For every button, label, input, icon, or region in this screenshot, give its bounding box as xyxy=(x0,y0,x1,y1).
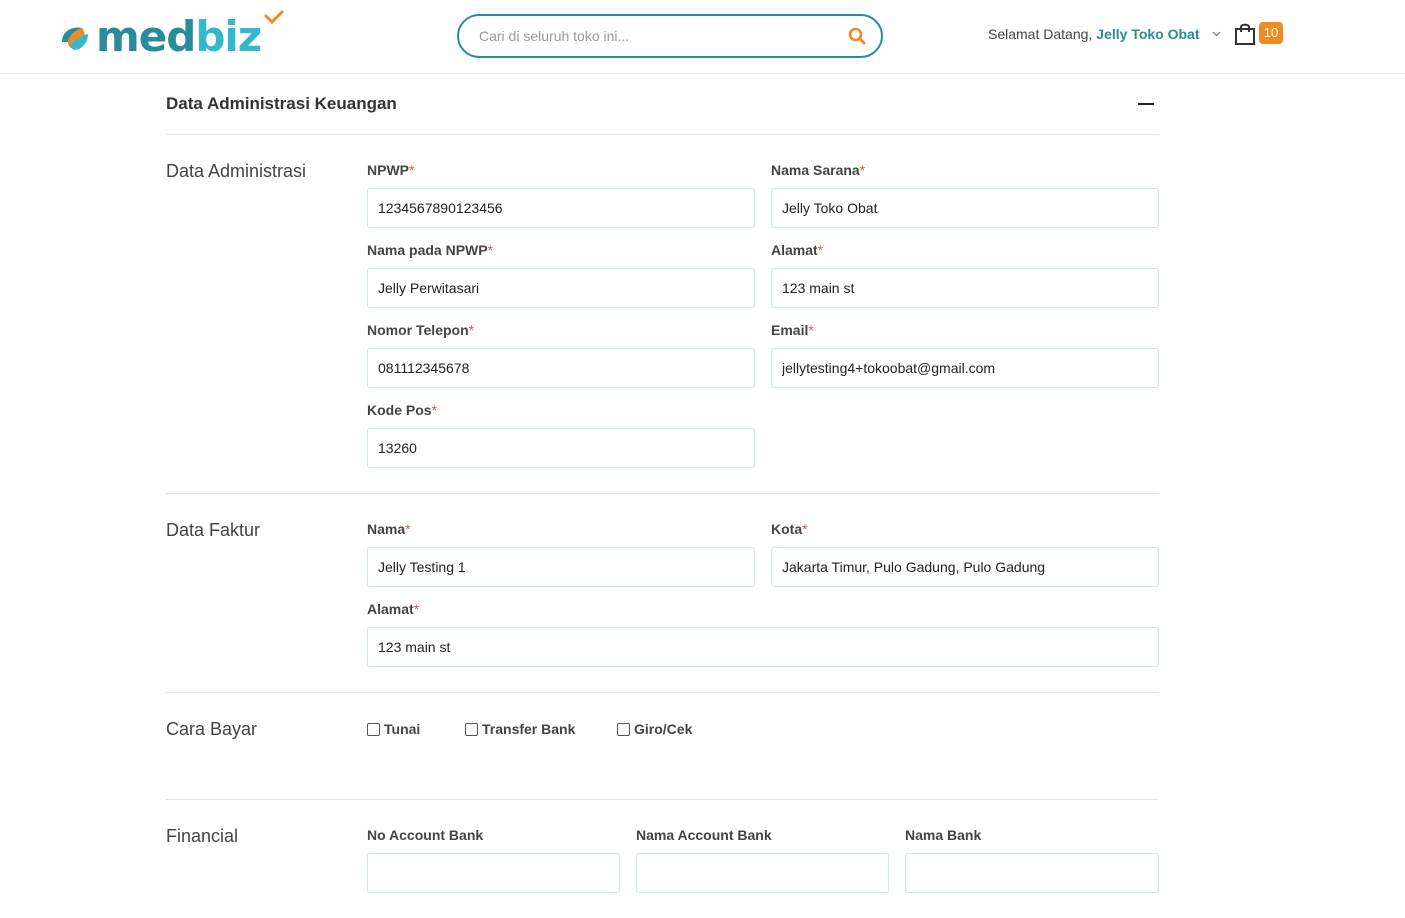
user-menu[interactable]: Selamat Datang, Jelly Toko Obat xyxy=(988,26,1222,42)
label-faktur-kota: Kota* xyxy=(771,521,808,537)
faktur-nama-input[interactable] xyxy=(367,547,755,587)
collapse-button[interactable] xyxy=(1137,95,1155,113)
checkbox-tunai[interactable]: Tunai xyxy=(367,721,420,737)
label-no-account-bank: No Account Bank xyxy=(367,827,484,843)
welcome-text: Selamat Datang, xyxy=(988,26,1093,42)
group-title-administrasi: Data Administrasi xyxy=(166,161,307,181)
group-title-faktur: Data Faktur xyxy=(166,520,261,540)
divider xyxy=(166,799,1159,800)
label-faktur-nama: Nama* xyxy=(367,521,411,537)
checkbox-box[interactable] xyxy=(617,722,630,736)
logo-wordmark: medbiz xyxy=(96,10,284,62)
checkbox-box[interactable] xyxy=(367,722,380,736)
checkbox-giro-cek[interactable]: Giro/Cek xyxy=(617,721,692,737)
nama-npwp-input[interactable] xyxy=(367,268,755,308)
label-nama-sarana: Nama Sarana* xyxy=(771,162,866,178)
label-faktur-alamat: Alamat* xyxy=(367,601,420,617)
minus-icon xyxy=(1138,103,1154,105)
faktur-kota-input[interactable] xyxy=(771,547,1159,587)
logo-mark-icon xyxy=(56,18,94,56)
label-nama-bank: Nama Bank xyxy=(905,827,982,843)
label-kode-pos: Kode Pos* xyxy=(367,402,438,418)
section-title: Data Administrasi Keuangan xyxy=(166,94,397,113)
cart-button[interactable]: 10 xyxy=(1234,20,1286,48)
site-header: medbiz Selamat Datang, Jelly Toko Obat 1… xyxy=(0,0,1405,74)
checkbox-transfer-bank[interactable]: Transfer Bank xyxy=(465,721,575,737)
nama-account-bank-input[interactable] xyxy=(636,853,889,893)
email-input[interactable] xyxy=(771,348,1159,388)
search-bar xyxy=(457,14,883,58)
checkmark-icon xyxy=(264,10,284,25)
label-nama-npwp: Nama pada NPWP* xyxy=(367,242,494,258)
divider xyxy=(166,692,1159,693)
kode-pos-input[interactable] xyxy=(367,428,755,468)
no-account-bank-input[interactable] xyxy=(367,853,620,893)
search-icon[interactable] xyxy=(847,26,867,46)
medbiz-logo[interactable]: medbiz xyxy=(56,10,284,62)
group-title-financial: Financial xyxy=(166,826,239,846)
label-npwp: NPWP* xyxy=(367,162,415,178)
telepon-input[interactable] xyxy=(367,348,755,388)
faktur-alamat-input[interactable] xyxy=(367,627,1159,667)
shopping-bag-icon xyxy=(1235,23,1255,45)
search-input[interactable] xyxy=(479,28,847,44)
chevron-down-icon[interactable] xyxy=(1212,29,1222,39)
label-alamat: Alamat* xyxy=(771,242,824,258)
label-telepon: Nomor Telepon* xyxy=(367,322,475,338)
npwp-input[interactable] xyxy=(367,188,755,228)
cart-count-badge: 10 xyxy=(1259,22,1283,44)
user-name: Jelly Toko Obat xyxy=(1096,26,1200,42)
checkbox-box[interactable] xyxy=(465,722,478,736)
label-nama-account-bank: Nama Account Bank xyxy=(636,827,772,843)
section-header: Data Administrasi Keuangan xyxy=(166,74,1159,135)
group-title-cara-bayar: Cara Bayar xyxy=(166,719,258,739)
label-email: Email* xyxy=(771,322,814,338)
nama-sarana-input[interactable] xyxy=(771,188,1159,228)
alamat-input[interactable] xyxy=(771,268,1159,308)
nama-bank-input[interactable] xyxy=(905,853,1159,893)
divider xyxy=(166,493,1159,494)
